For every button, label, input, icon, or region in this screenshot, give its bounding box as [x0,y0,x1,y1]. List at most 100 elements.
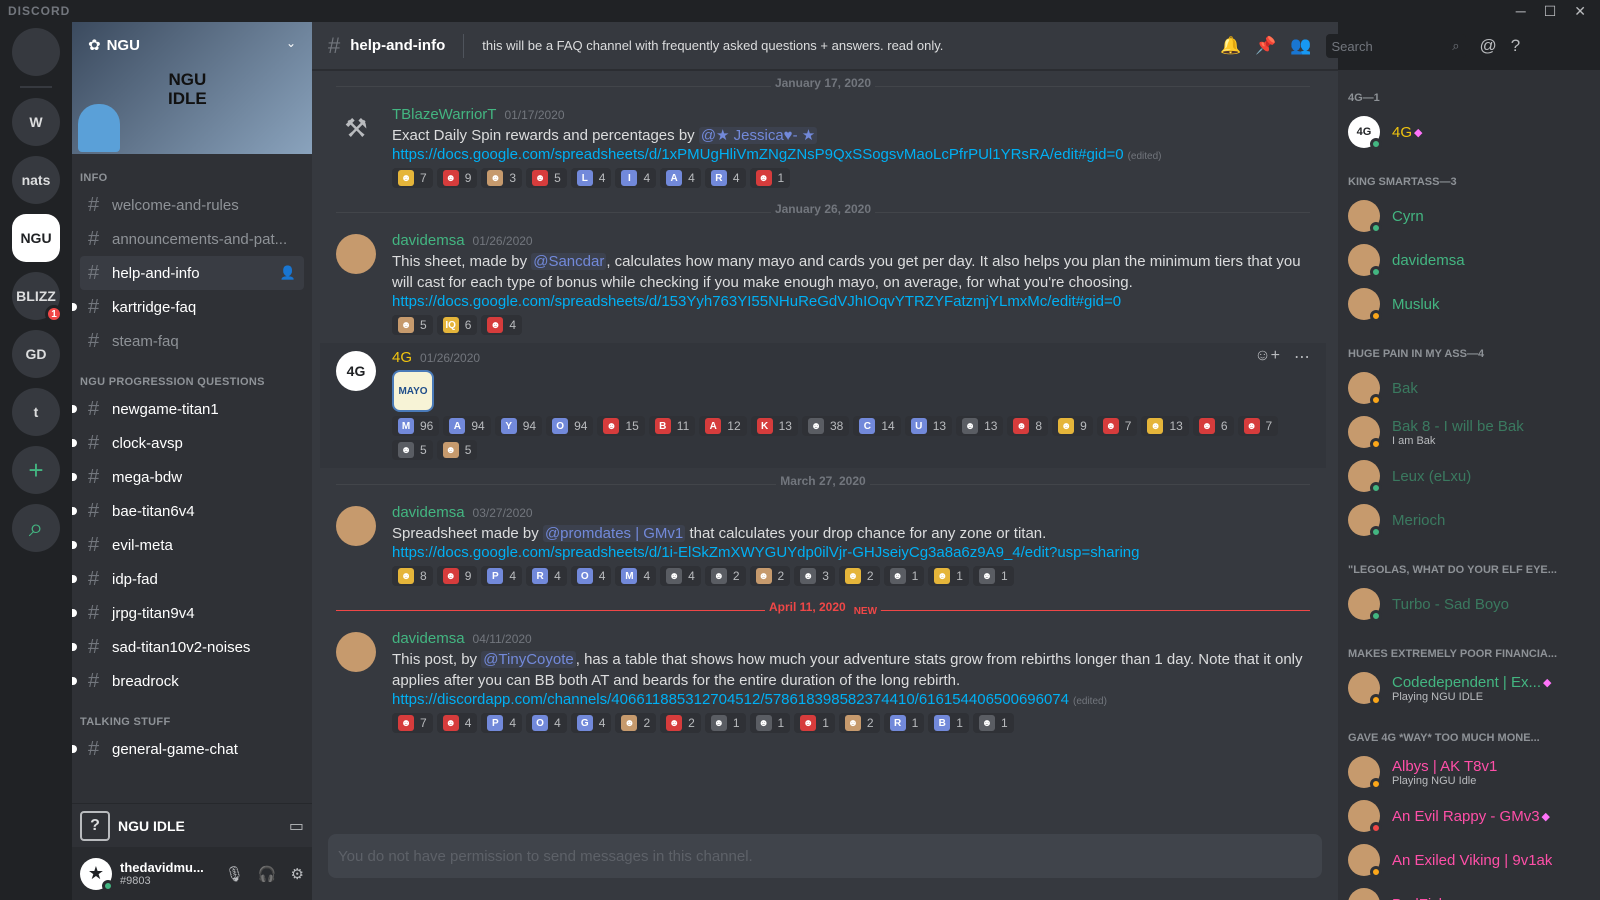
member-item[interactable]: Bak 8 - I will be Bak I am Bak [1346,410,1592,454]
author-name[interactable]: 4G [392,349,412,366]
member-item[interactable]: Leux (eLxu) [1346,454,1592,498]
reaction-button[interactable]: ☻ 7 [1237,416,1279,436]
reaction-button[interactable]: A4 [660,168,701,188]
member-item[interactable]: davidemsa [1346,238,1592,282]
reaction-button[interactable]: G4 [570,713,612,733]
member-item[interactable]: Turbo - Sad Boyo [1346,582,1592,626]
help-icon[interactable]: ? [1511,36,1520,56]
channel-evil-meta[interactable]: # evil-meta [72,528,304,562]
reaction-button[interactable]: ☻ 9 [1052,416,1093,436]
server-banner[interactable]: ✿ NGU ⌄ NGU IDLE [72,22,312,154]
channel-jrpg-titan9v4[interactable]: # jrpg-titan9v4 [72,596,304,630]
reaction-button[interactable]: ☻ 2 [660,713,701,733]
member-item[interactable]: BadFish [1346,882,1592,900]
members-icon[interactable]: 👥 [1290,36,1311,56]
user-mention[interactable]: @TinyCoyote [481,651,576,668]
reaction-button[interactable]: A 94 [443,416,491,436]
reaction-button[interactable]: ☻ 13 [1141,416,1189,436]
reaction-button[interactable]: A 12 [699,416,747,436]
microphone-icon[interactable]: 🎙 [225,865,244,883]
channel-bae-titan6v4[interactable]: # bae-titan6v4 [72,494,304,528]
reaction-button[interactable]: ☻ 8 [1007,416,1049,436]
message-link[interactable]: https://docs.google.com/spreadsheets/d/1… [392,293,1121,310]
reaction-button[interactable]: L4 [570,168,612,188]
channel-steam-faq[interactable]: # steam-faq [80,324,304,358]
reaction-button[interactable]: ☻ 4 [660,566,701,586]
reaction-button[interactable]: ☻ 38 [801,416,850,436]
channel-announcements-and-pat-[interactable]: # announcements-and-pat... [80,222,304,256]
w-server-icon[interactable]: W [12,98,60,146]
reaction-button[interactable]: ☻ 15 [597,416,645,436]
author-avatar[interactable]: 4G [336,351,376,391]
reaction-button[interactable]: R4 [704,168,746,188]
reaction-button[interactable]: ☻ 3 [794,566,835,586]
reaction-button[interactable]: ☻ 2 [615,713,657,733]
reaction-button[interactable]: P4 [481,566,523,586]
reaction-button[interactable]: ☻ 1 [972,713,1014,733]
member-item[interactable]: 4G 4G ◆ [1346,110,1592,154]
close-icon[interactable]: ✕ [1574,3,1586,20]
channel-topic[interactable]: this will be a FAQ channel with frequent… [482,38,943,53]
reaction-button[interactable]: ☻ 1 [749,168,791,188]
chevron-down-icon[interactable]: ⌄ [286,36,296,50]
reaction-button[interactable]: ☻ 13 [956,416,1004,436]
reaction-button[interactable]: U 13 [904,416,953,436]
discord-home-icon[interactable] [12,28,60,76]
channel-newgame-titan1[interactable]: # newgame-titan1 [72,392,304,426]
reaction-button[interactable]: ☻ 2 [704,566,746,586]
member-item[interactable]: Cyrn [1346,194,1592,238]
pin-icon[interactable]: 📌 [1255,36,1276,56]
category-header[interactable]: TALKING STUFF [72,698,312,732]
channel-sad-titan10v2-noises[interactable]: # sad-titan10v2-noises [72,630,304,664]
author-name[interactable]: davidemsa [392,232,465,249]
author-avatar[interactable] [336,234,376,274]
channel-help-and-info[interactable]: # help-and-info 👤 [80,256,304,290]
reaction-button[interactable]: ☻ 5 [392,440,433,460]
mention-icon[interactable]: @ [1480,36,1497,56]
reaction-button[interactable]: ☻ 2 [749,566,791,586]
reaction-button[interactable]: ☻ 1 [883,566,925,586]
author-name[interactable]: TBlazeWarriorT [392,106,496,123]
t-server-icon[interactable]: t [12,388,60,436]
reaction-button[interactable]: ☻ 2 [838,713,880,733]
reaction-button[interactable]: C 14 [853,416,901,436]
channel-idp-fad[interactable]: # idp-fad [72,562,304,596]
reaction-button[interactable]: ☻ 5 [436,440,478,460]
member-item[interactable]: Albys | AK T8v1 Playing NGU Idle [1346,750,1592,794]
maximize-icon[interactable]: ☐ [1544,3,1557,20]
user-avatar[interactable]: ★ [80,857,114,892]
channel-breadrock[interactable]: # breadrock [72,664,304,698]
blizz-server-icon[interactable]: BLIZZ 1 [12,272,63,323]
member-item[interactable]: Codedependent | Ex... ◆ Playing NGU IDLE [1346,666,1592,710]
reaction-button[interactable]: ☻ 9 [436,168,478,188]
reaction-button[interactable]: ☻ 1 [749,713,791,733]
author-name[interactable]: davidemsa [392,630,465,647]
reaction-button[interactable]: M 96 [392,416,440,436]
reaction-button[interactable]: ☻ 4 [481,315,523,335]
reaction-button[interactable]: ☻ 5 [392,315,433,335]
channel-clock-avsp[interactable]: # clock-avsp [72,426,304,460]
reaction-button[interactable]: P4 [481,713,523,733]
category-header[interactable]: NGU PROGRESSION QUESTIONS [72,358,312,392]
channel-kartridge-faq[interactable]: # kartridge-faq [72,290,304,324]
ngu-server-icon[interactable]: NGU [12,214,60,262]
more-options-icon[interactable]: ⋯ [1294,347,1310,367]
member-item[interactable]: Musluk [1346,282,1592,326]
reaction-button[interactable]: M4 [615,566,657,586]
reaction-button[interactable]: B1 [928,713,969,733]
reaction-button[interactable]: O 94 [546,416,594,436]
user-mention[interactable]: @promdates | GMv1 [542,525,686,542]
user-mention[interactable]: @★ Jessica♥- ★ [698,127,818,144]
screen-share-icon[interactable]: ▭ [289,816,304,836]
author-avatar[interactable] [336,632,376,672]
reaction-button[interactable]: ☻ 4 [436,713,478,733]
headphones-icon[interactable]: 🎧 [258,865,277,883]
discover-icon[interactable]: ⌕ [12,504,60,552]
reaction-button[interactable]: ☻ 3 [481,168,523,188]
reaction-button[interactable]: B 11 [648,416,696,436]
add-member-icon[interactable]: 👤 [280,265,296,281]
reaction-button[interactable]: ☻ 8 [392,566,433,586]
reaction-button[interactable]: O4 [526,713,567,733]
reaction-button[interactable]: ☻ 9 [436,566,478,586]
user-mention[interactable]: @Sancdar [531,253,607,270]
